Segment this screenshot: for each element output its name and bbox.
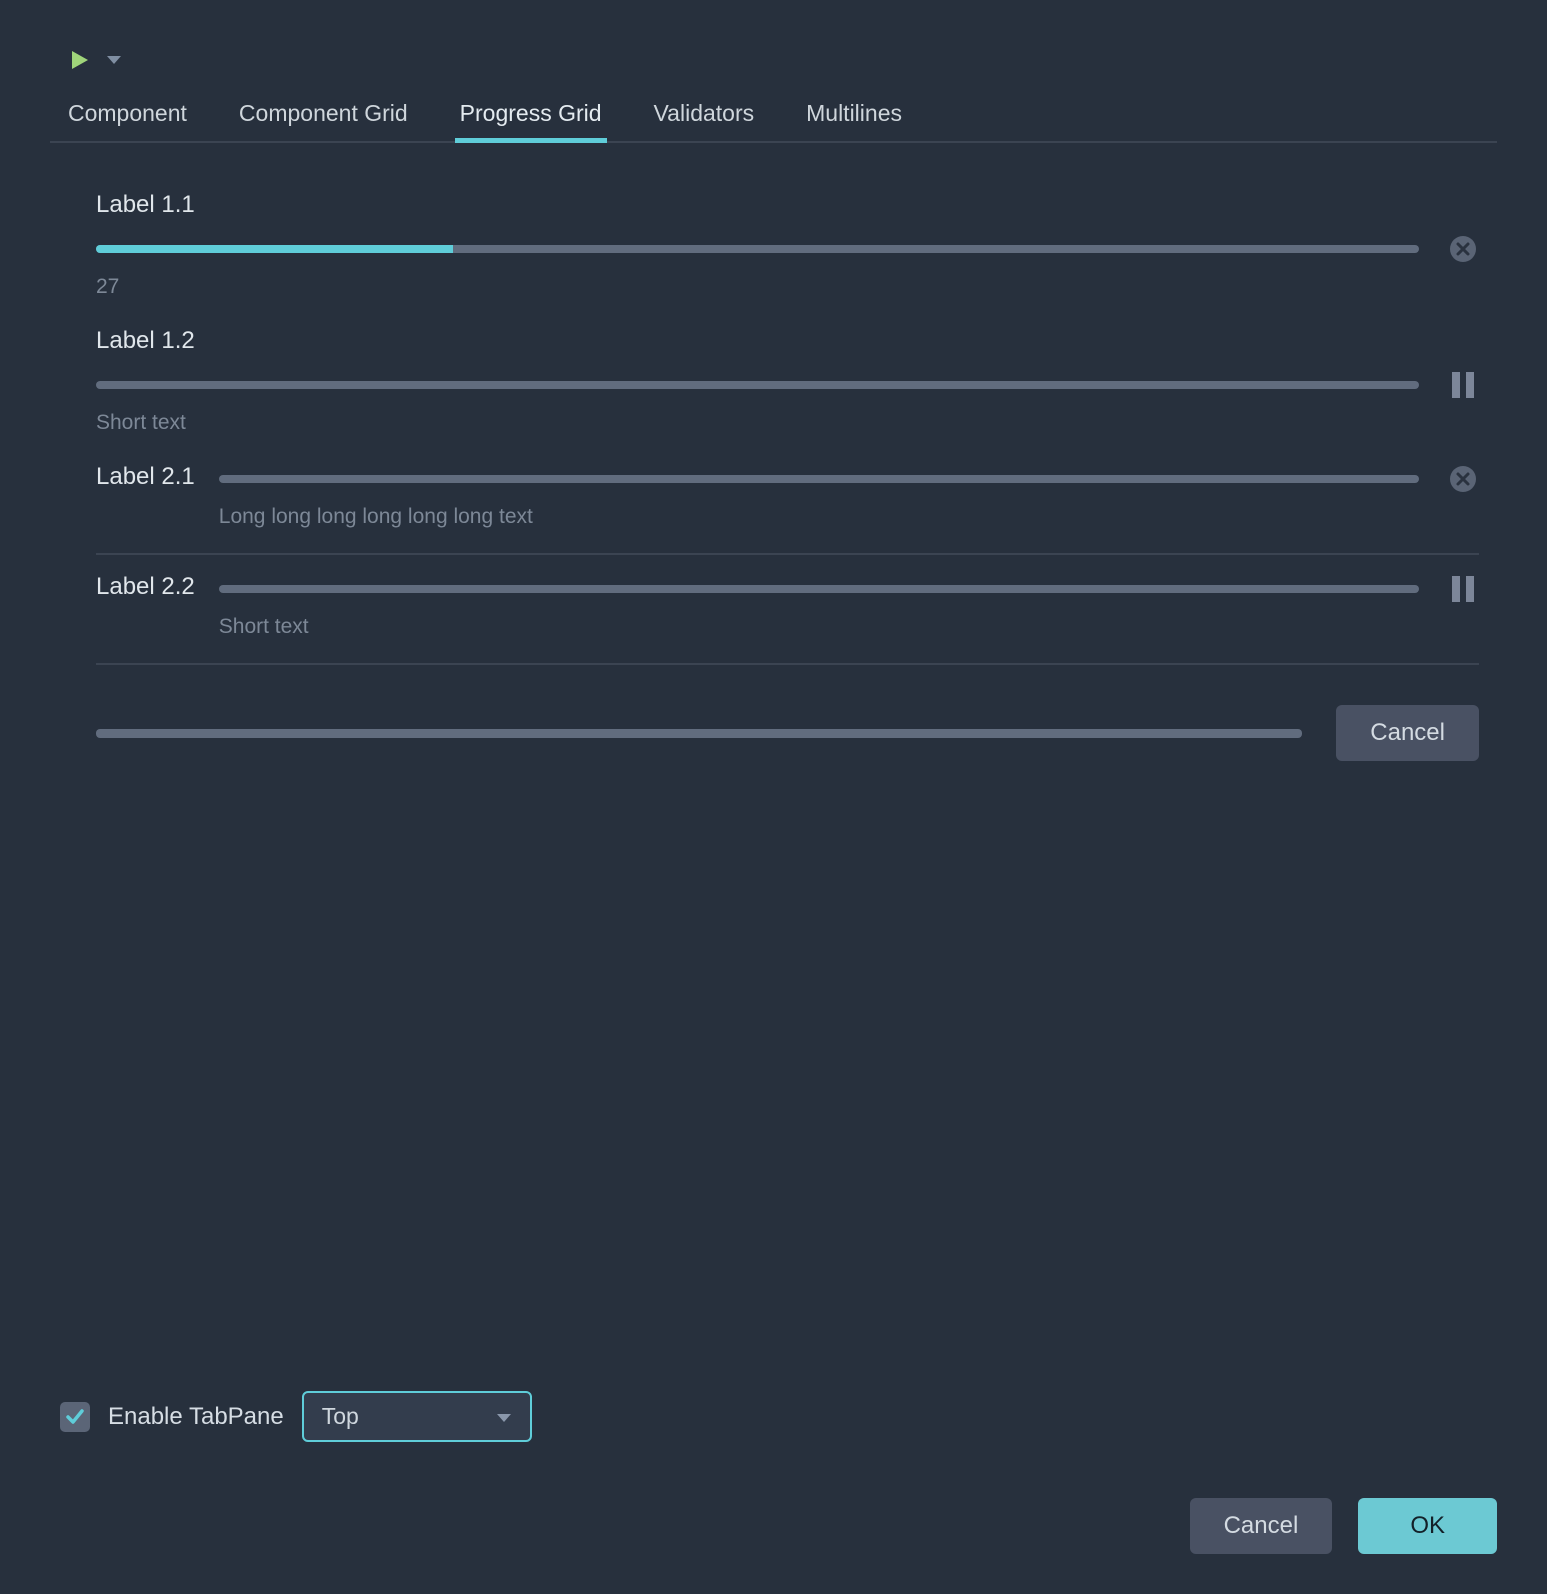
enable-tabpane-checkbox[interactable] bbox=[60, 1402, 90, 1432]
tab-placement-select[interactable]: Top bbox=[302, 1391, 532, 1442]
enable-tabpane-row: Enable TabPane Top bbox=[50, 1391, 1497, 1442]
run-icon[interactable] bbox=[68, 48, 92, 72]
close-icon[interactable] bbox=[1447, 233, 1479, 265]
row-label: Label 1.1 bbox=[96, 191, 1479, 219]
tab-component-grid[interactable]: Component Grid bbox=[239, 92, 408, 141]
select-value: Top bbox=[322, 1403, 359, 1430]
dialog-buttons: Cancel OK bbox=[50, 1498, 1497, 1554]
row-label: Label 1.2 bbox=[96, 327, 1479, 355]
tab-progress-grid[interactable]: Progress Grid bbox=[460, 92, 602, 141]
overall-progress-row: Cancel bbox=[50, 665, 1497, 761]
close-icon[interactable] bbox=[1447, 463, 1479, 495]
pause-icon[interactable] bbox=[1447, 369, 1479, 401]
row-subtext: 27 bbox=[96, 275, 1479, 299]
ok-button[interactable]: OK bbox=[1358, 1498, 1497, 1554]
progress-row: Label 2.1 Long long long long long long … bbox=[96, 445, 1479, 555]
progress-grid-content: Label 1.1 27 Label 1.2 bbox=[50, 143, 1497, 665]
overall-progress-bar bbox=[96, 729, 1302, 738]
row-subtext: Short text bbox=[96, 411, 1479, 435]
row-label: Label 2.2 bbox=[96, 573, 195, 601]
enable-tabpane-label: Enable TabPane bbox=[108, 1403, 284, 1431]
tab-component[interactable]: Component bbox=[68, 92, 187, 141]
progress-row: Label 2.2 Short text bbox=[96, 555, 1479, 665]
progress-row: Label 1.2 Short text bbox=[96, 309, 1479, 445]
toolbar bbox=[50, 40, 1497, 92]
progress-bar bbox=[96, 381, 1419, 389]
pause-icon[interactable] bbox=[1447, 573, 1479, 605]
cancel-button[interactable]: Cancel bbox=[1190, 1498, 1333, 1554]
progress-bar bbox=[219, 475, 1419, 483]
progress-row: Label 1.1 27 bbox=[96, 173, 1479, 309]
row-subtext: Long long long long long long text bbox=[219, 505, 1479, 529]
chevron-down-icon bbox=[496, 1403, 512, 1430]
cancel-progress-button[interactable]: Cancel bbox=[1336, 705, 1479, 761]
row-label: Label 2.1 bbox=[96, 463, 195, 491]
row-subtext: Short text bbox=[219, 615, 1479, 639]
tab-multilines[interactable]: Multilines bbox=[806, 92, 902, 141]
progress-bar bbox=[219, 585, 1419, 593]
chevron-down-icon[interactable] bbox=[106, 54, 122, 66]
progress-bar bbox=[96, 245, 1419, 253]
tab-validators[interactable]: Validators bbox=[654, 92, 755, 141]
tab-bar: Component Component Grid Progress Grid V… bbox=[50, 92, 1497, 143]
